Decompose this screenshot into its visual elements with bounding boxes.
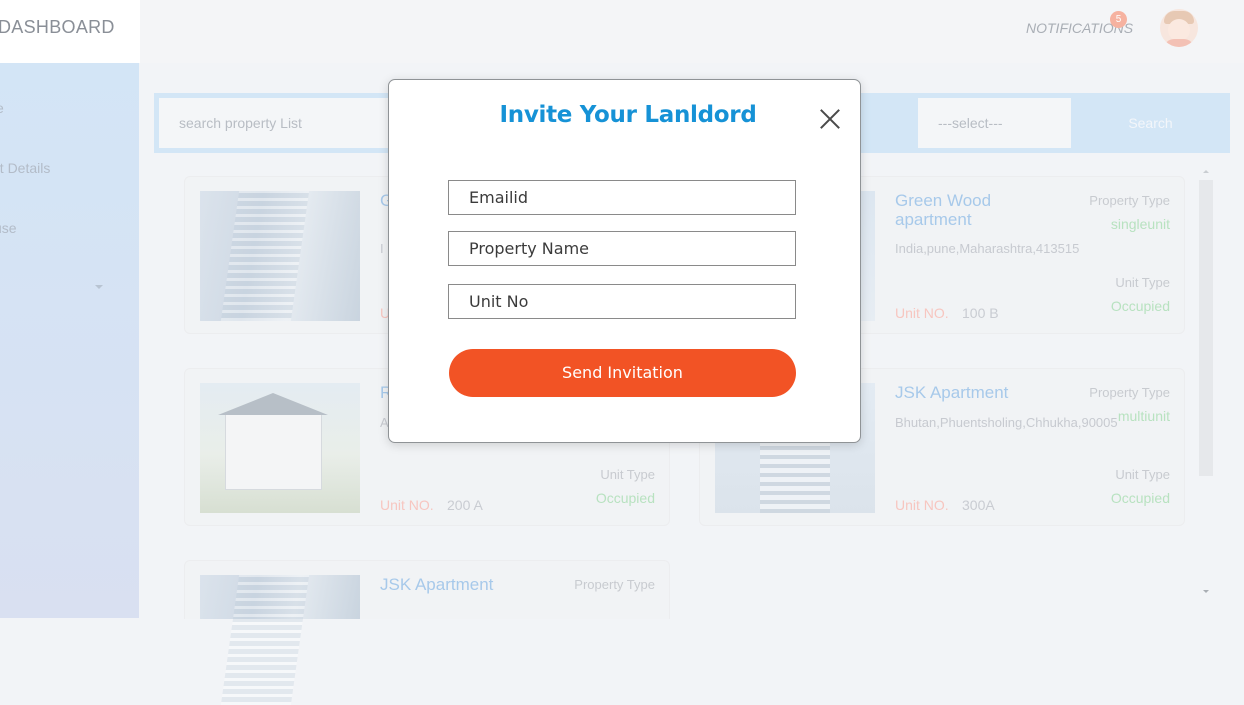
invite-landlord-modal: Invite Your Lanldord Emailid Property Na…: [388, 79, 861, 443]
property-type-label: Property Type: [574, 577, 655, 592]
user-avatar[interactable]: [1160, 9, 1198, 47]
unit-type-label: Unit Type: [1115, 467, 1170, 482]
property-name[interactable]: JSK Apartment: [895, 383, 1055, 402]
sidebar-item-tenant-details[interactable]: nt Details: [0, 160, 50, 176]
unit-number-value: 300A: [962, 497, 995, 513]
unit-no-field[interactable]: Unit No: [448, 284, 796, 319]
email-field[interactable]: Emailid: [448, 180, 796, 215]
property-select[interactable]: ---select---: [918, 98, 1071, 148]
modal-title: Invite Your Lanldord: [499, 102, 757, 128]
unit-type-value: Occupied: [595, 490, 655, 506]
unit-number-value: 100 B: [962, 305, 999, 321]
property-address: I: [380, 241, 384, 256]
notification-count-badge: 5: [1110, 11, 1127, 28]
unit-type-value: Occupied: [1110, 490, 1170, 506]
unit-number-value: 200 A: [447, 497, 483, 513]
avatar-shirt: [1164, 39, 1194, 47]
avatar-face: [1168, 19, 1190, 41]
property-type-value: multiunit: [1117, 408, 1170, 424]
property-image: [200, 191, 360, 321]
property-type-label: Property Type: [1089, 385, 1170, 400]
sidebar-item-house[interactable]: use: [0, 220, 17, 236]
top-bar: DASHBOARD NOTIFICATIONS 5: [0, 0, 1244, 63]
unit-number-label: Unit NO.: [895, 305, 949, 321]
property-type-value: singleunit: [1110, 216, 1170, 232]
dashboard-title: DASHBOARD: [0, 17, 115, 37]
unit-type-label: Unit Type: [600, 467, 655, 482]
brand-area: DASHBOARD: [0, 0, 140, 63]
send-invitation-button[interactable]: Send Invitation: [449, 349, 796, 397]
sidebar-item-home[interactable]: e: [0, 100, 4, 116]
search-button[interactable]: Search: [1071, 93, 1230, 153]
scroll-down-icon[interactable]: [1203, 590, 1209, 593]
scroll-up-icon[interactable]: [1203, 170, 1209, 173]
search-input[interactable]: search property List: [159, 98, 389, 148]
unit-type-label: Unit Type: [1115, 275, 1170, 290]
property-card[interactable]: JSK Apartment Property Type: [184, 560, 670, 619]
unit-number-label: Unit NO.: [380, 497, 434, 513]
property-image: [200, 575, 360, 619]
unit-type-value: Occupied: [1110, 298, 1170, 314]
property-type-label: Property Type: [1089, 193, 1170, 208]
close-icon[interactable]: [819, 108, 841, 130]
property-name[interactable]: JSK Apartment: [380, 575, 540, 594]
property-name-field[interactable]: Property Name: [448, 231, 796, 266]
chevron-down-icon[interactable]: [95, 285, 103, 289]
unit-number-label: Unit NO.: [895, 497, 949, 513]
property-address: India,pune,Maharashtra,413515: [895, 241, 1080, 256]
scrollbar[interactable]: [1199, 180, 1213, 476]
property-name[interactable]: Green Wood apartment: [895, 191, 1055, 229]
sidebar: e nt Details use: [0, 63, 139, 618]
property-address: Bhutan,Phuentsholing,Chhukha,90005: [895, 415, 1118, 430]
property-image: [200, 383, 360, 513]
